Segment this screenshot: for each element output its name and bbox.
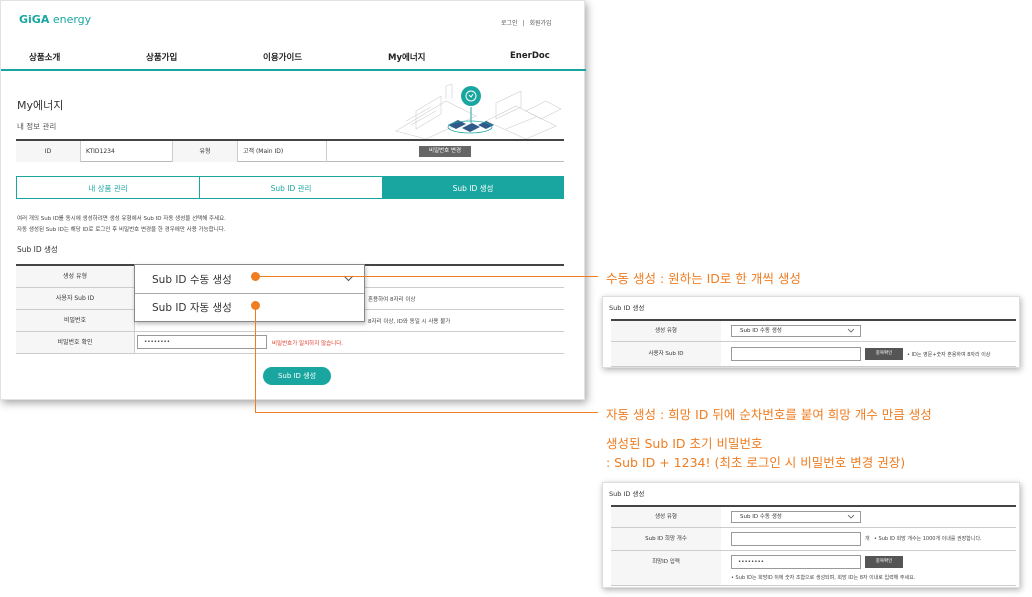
form-label-password: 비밀번호 xyxy=(16,310,134,331)
logo[interactable]: GiGA energy xyxy=(19,13,91,26)
mini1-user-id-input[interactable] xyxy=(731,347,861,361)
top-links-separator: | xyxy=(522,20,525,27)
dropdown-separator xyxy=(135,293,364,294)
tab-my-products[interactable]: 내 상품 관리 xyxy=(16,176,200,199)
nav-item-user-guide[interactable]: 이용가이드 xyxy=(263,51,302,63)
marker-dot-auto xyxy=(251,301,260,310)
id-value: KTID1234 xyxy=(86,148,115,155)
marker-dot-manual xyxy=(251,272,260,281)
description-line-2: 자동 생성된 Sub ID는 해당 ID로 로그인 후 비밀번호 변경을 한 경… xyxy=(17,227,226,233)
type-value: 고객 (Main ID) xyxy=(243,148,284,155)
tab-sub-id-manage[interactable]: Sub ID 관리 xyxy=(199,176,383,199)
mini1-duplicate-check-button[interactable]: 중복확인 xyxy=(865,348,903,360)
mini1-title: Sub ID 생성 xyxy=(609,304,645,312)
mini2-count-note: • Sub ID 희망 개수는 1000개 이내를 권장합니다. xyxy=(874,536,982,542)
main-nav: 상품소개 상품가입 이용가이드 My에너지 EnerDoc xyxy=(1,41,586,71)
password-error-message: 비밀번호가 일치하지 않습니다. xyxy=(272,341,344,347)
mini2-row-type: 생성 유형 Sub ID 수동 생성 xyxy=(611,507,1016,528)
callout-line-manual xyxy=(260,276,598,277)
nav-item-product-intro[interactable]: 상품소개 xyxy=(29,51,60,63)
mini2-hope-note: • Sub ID는 희망ID 뒤에 숫자 조합으로 생성되며, 희망 ID는 8… xyxy=(731,575,916,581)
mini2-hope-id-input[interactable]: •••••••• xyxy=(731,555,861,569)
mini1-label-type: 생성 유형 xyxy=(611,321,721,341)
mini2-form: 생성 유형 Sub ID 수동 생성 Sub ID 희망 개수 개 • Sub … xyxy=(611,505,1016,587)
mini1-row-user-id: 사용자 Sub ID 중복확인 • ID는 영문+숫자 혼용하여 8자리 이상 xyxy=(611,342,1016,367)
chevron-down-icon xyxy=(847,514,855,519)
mini1-type-select[interactable]: Sub ID 수동 생성 xyxy=(731,325,861,337)
city-illustration xyxy=(395,83,562,139)
annotation-manual: 수동 생성 : 원하는 ID로 한 개씩 생성 xyxy=(606,271,801,286)
id-label: ID xyxy=(16,141,80,162)
top-links: 로그인 | 회원가입 xyxy=(501,18,552,27)
manual-create-example-panel: Sub ID 생성 생성 유형 Sub ID 수동 생성 사용자 Sub ID … xyxy=(602,296,1020,368)
callout-line-auto-horizontal xyxy=(255,412,598,413)
form-label-user-id: 사용자 Sub ID xyxy=(16,288,134,309)
mini1-type-value: Sub ID 수동 생성 xyxy=(740,328,782,334)
password-note: 8자리 이상, ID와 동일 시 사용 불가 xyxy=(368,319,451,325)
mini2-row-count: Sub ID 희망 개수 개 • Sub ID 희망 개수는 1000개 이내를… xyxy=(611,528,1016,551)
annotation-auto: 자동 생성 : 희망 ID 뒤에 순차번호를 붙여 희망 개수 만큼 생성 xyxy=(606,407,932,422)
chevron-down-icon xyxy=(847,328,855,333)
mini1-label-user-id: 사용자 Sub ID xyxy=(611,342,721,366)
nav-item-my-energy[interactable]: My에너지 xyxy=(388,51,425,63)
tab-sub-id-create[interactable]: Sub ID 생성 xyxy=(382,176,564,199)
main-screenshot-panel: GiGA energy 로그인 | 회원가입 상품소개 상품가입 이용가이드 M… xyxy=(0,0,586,400)
mini2-count-unit: 개 xyxy=(865,536,870,542)
creation-type-dropdown[interactable]: Sub ID 수동 생성 Sub ID 자동 생성 xyxy=(134,264,365,322)
change-password-button[interactable]: 비밀번호 변경 xyxy=(419,146,471,157)
logo-giga: GiGA xyxy=(19,13,50,26)
dropdown-option-manual[interactable]: Sub ID 수동 생성 xyxy=(152,272,232,287)
signup-link[interactable]: 회원가입 xyxy=(529,20,551,27)
annotation-init-password-title: 생성된 Sub ID 초기 비밀번호 xyxy=(606,436,763,451)
auto-create-example-panel: Sub ID 생성 생성 유형 Sub ID 수동 생성 Sub ID 희망 개… xyxy=(602,482,1020,588)
divider xyxy=(326,141,327,162)
mini2-label-count: Sub ID 희망 개수 xyxy=(611,528,721,550)
create-sub-id-button[interactable]: Sub ID 생성 xyxy=(263,367,331,385)
mini2-label-type: 생성 유형 xyxy=(611,507,721,527)
mini2-type-value: Sub ID 수동 생성 xyxy=(740,514,782,520)
form-row-password-confirm: 비밀번호 확인 •••••••• 비밀번호가 일치하지 않습니다. xyxy=(16,332,564,354)
form-label-password-confirm: 비밀번호 확인 xyxy=(16,332,134,353)
description-line-1: 여러 개의 Sub ID를 동시에 생성하려면 생성 유형에서 Sub ID 자… xyxy=(17,216,226,222)
account-info-table: ID KTID1234 유형 고객 (Main ID) 비밀번호 변경 xyxy=(16,139,564,162)
password-confirm-input[interactable]: •••••••• xyxy=(137,335,267,349)
type-label: 유형 xyxy=(173,141,237,162)
page-subtitle: 내 정보 관리 xyxy=(17,122,57,131)
mini2-title: Sub ID 생성 xyxy=(609,490,645,498)
mini2-type-select[interactable]: Sub ID 수동 생성 xyxy=(731,511,861,523)
form-label-type: 생성 유형 xyxy=(16,266,134,287)
nav-item-product-signup[interactable]: 상품가입 xyxy=(146,51,177,63)
login-link[interactable]: 로그인 xyxy=(501,20,518,27)
page-title: My에너지 xyxy=(17,99,64,112)
divider xyxy=(237,141,238,162)
section-title: Sub ID 생성 xyxy=(17,245,58,254)
divider xyxy=(134,332,135,353)
nav-item-enerdoc[interactable]: EnerDoc xyxy=(510,51,550,61)
tab-bar: 내 상품 관리 Sub ID 관리 Sub ID 생성 xyxy=(16,176,564,199)
mini1-id-note: • ID는 영문+숫자 혼용하여 8자리 이상 xyxy=(907,352,991,358)
annotation-init-password-rule: : Sub ID + 1234! (최초 로그인 시 비밀번호 변경 권장) xyxy=(606,455,906,470)
divider xyxy=(80,141,81,162)
user-id-note: 혼용하여 8자리 이상 xyxy=(368,297,416,303)
dropdown-option-auto[interactable]: Sub ID 자동 생성 xyxy=(152,300,232,315)
mini2-duplicate-check-button[interactable]: 중복확인 xyxy=(865,556,903,568)
mini1-form: 생성 유형 Sub ID 수동 생성 사용자 Sub ID 중복확인 • ID는… xyxy=(611,319,1016,367)
logo-energy: energy xyxy=(49,13,92,26)
mini2-row-hope-id: 희망ID 입력 •••••••• 중복확인 • Sub ID는 희망ID 뒤에 … xyxy=(611,551,1016,586)
mini2-label-hope-id: 희망ID 입력 xyxy=(611,551,721,585)
mini2-count-input[interactable] xyxy=(731,532,861,546)
location-pin-icon xyxy=(461,86,481,106)
mini1-row-type: 생성 유형 Sub ID 수동 생성 xyxy=(611,321,1016,342)
callout-line-auto-vertical xyxy=(255,310,256,412)
